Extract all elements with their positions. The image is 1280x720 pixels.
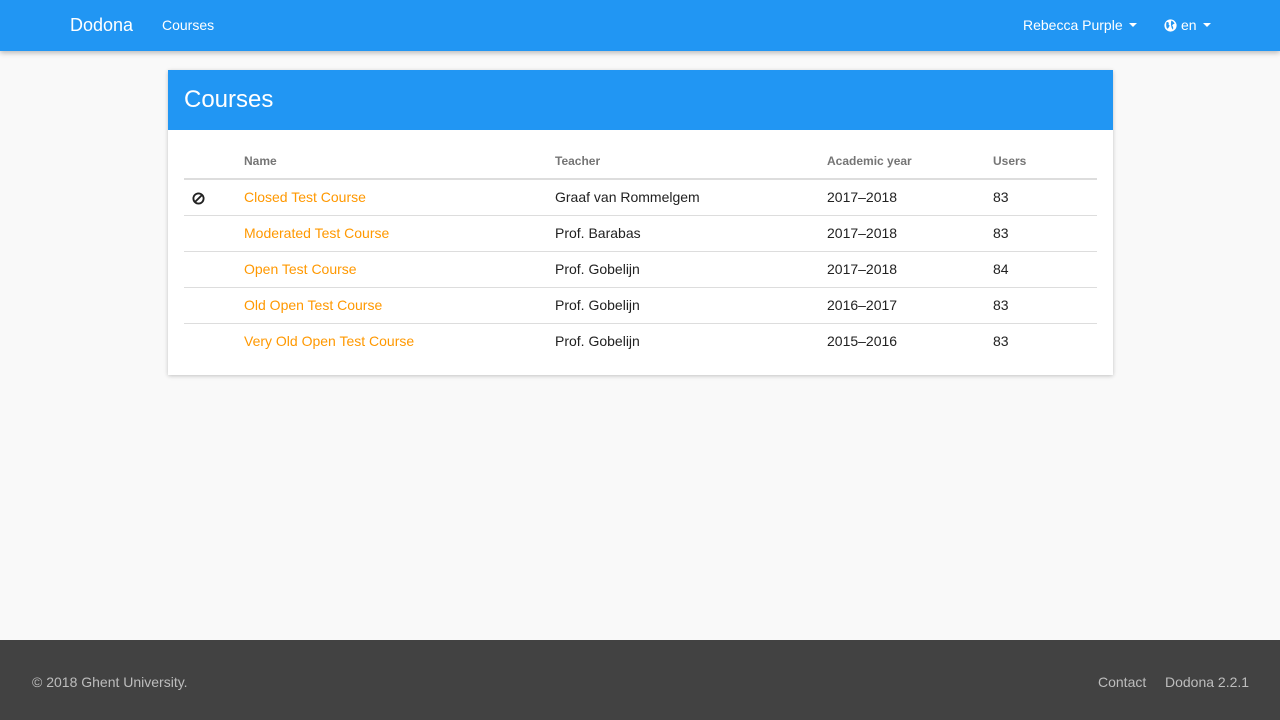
users-cell: 83: [993, 287, 1097, 324]
brand-link[interactable]: Dodona: [70, 15, 133, 36]
header-academic-year: Academic year: [827, 150, 993, 180]
table-header-row: Name Teacher Academic year Users: [184, 150, 1097, 180]
courses-card: Courses Name Teacher Academic year Users…: [168, 70, 1113, 375]
ban-icon: [192, 192, 205, 205]
card-title: Courses: [168, 70, 1113, 130]
status-cell: [184, 251, 244, 288]
table-row: Very Old Open Test Course Prof. Gobelijn…: [184, 323, 1097, 359]
header-users: Users: [993, 150, 1097, 180]
course-name-cell: Closed Test Course: [244, 179, 555, 216]
table-row: Moderated Test Course Prof. Barabas 2017…: [184, 215, 1097, 252]
status-cell: [184, 179, 244, 216]
year-cell: 2016–2017: [827, 287, 993, 324]
page-footer: © 2018 Ghent University. Contact Dodona …: [0, 640, 1280, 720]
header-name: Name: [244, 150, 555, 180]
course-name-cell: Open Test Course: [244, 251, 555, 288]
year-cell: 2017–2018: [827, 179, 993, 216]
table-row: Open Test Course Prof. Gobelijn 2017–201…: [184, 251, 1097, 288]
users-cell: 84: [993, 251, 1097, 288]
language-label: en: [1181, 17, 1197, 33]
users-cell: 83: [993, 215, 1097, 252]
status-cell: [184, 287, 244, 324]
teacher-cell: Prof. Gobelijn: [555, 287, 827, 324]
courses-table: Name Teacher Academic year Users Closed …: [184, 150, 1097, 359]
course-link[interactable]: Open Test Course: [244, 261, 357, 277]
year-cell: 2015–2016: [827, 333, 898, 350]
course-name-cell: Old Open Test Course: [244, 287, 555, 324]
course-link[interactable]: Moderated Test Course: [244, 225, 389, 241]
globe-icon: [1164, 18, 1177, 32]
course-link[interactable]: Old Open Test Course: [244, 297, 382, 313]
language-dropdown[interactable]: en: [1164, 17, 1211, 33]
header-status: [184, 150, 244, 180]
teacher-cell: Prof. Gobelijn: [555, 333, 640, 350]
teacher-cell: Prof. Barabas: [555, 215, 827, 252]
caret-down-icon: [1202, 23, 1211, 27]
course-link[interactable]: Very Old Open Test Course: [244, 333, 414, 349]
teacher-cell: Prof. Gobelijn: [555, 251, 827, 288]
contact-link[interactable]: Contact: [1098, 674, 1146, 690]
copyright-text: © 2018 Ghent University.: [32, 674, 188, 690]
table-row: Closed Test Course Graaf van Rommelgem 2…: [184, 179, 1097, 216]
course-name-cell: Moderated Test Course: [244, 215, 555, 252]
status-cell: [184, 323, 244, 359]
nav-courses-link[interactable]: Courses: [162, 17, 214, 33]
year-cell: 2017–2018: [827, 251, 993, 288]
course-link[interactable]: Closed Test Course: [244, 189, 366, 205]
user-name: Rebecca Purple: [1023, 17, 1123, 33]
year-cell: 2017–2018: [827, 215, 993, 252]
users-cell: 83: [993, 333, 1009, 350]
table-row: Old Open Test Course Prof. Gobelijn 2016…: [184, 287, 1097, 324]
header-teacher: Teacher: [555, 150, 827, 180]
teacher-cell: Graaf van Rommelgem: [555, 179, 827, 216]
course-name-cell: Very Old Open Test Course: [244, 323, 555, 359]
users-cell: 83: [993, 179, 1097, 216]
caret-down-icon: [1128, 23, 1137, 27]
status-cell: [184, 215, 244, 252]
top-navbar: Dodona Courses Rebecca Purple en: [0, 0, 1280, 51]
version-link[interactable]: Dodona 2.2.1: [1165, 674, 1249, 690]
user-menu-dropdown[interactable]: Rebecca Purple: [1023, 17, 1137, 33]
